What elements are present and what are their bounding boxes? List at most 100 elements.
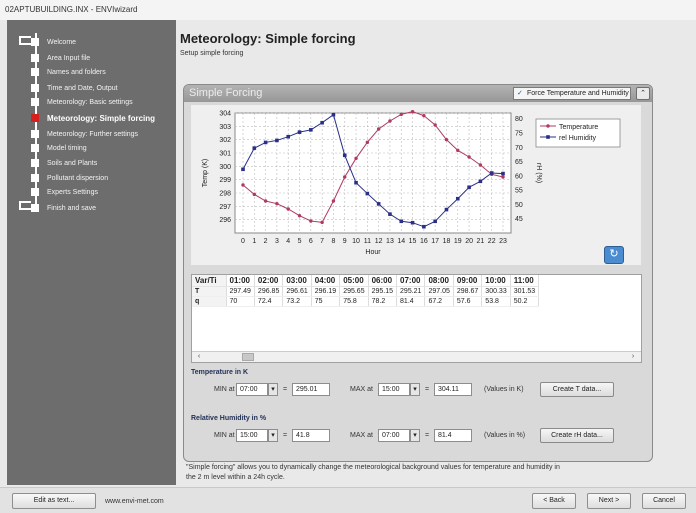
humidity-min-time-field[interactable]: 15:00 xyxy=(236,429,268,442)
column-header: 05:00 xyxy=(339,275,369,287)
sidebar-step-item[interactable]: Meteorology: Further settings xyxy=(31,128,138,140)
x-tick-label: 3 xyxy=(275,238,279,245)
scroll-right-icon[interactable]: › xyxy=(628,352,638,362)
table-cell[interactable]: 70 xyxy=(226,296,255,307)
table-cell[interactable]: 295.15 xyxy=(368,286,398,297)
temperature-max-value-field[interactable]: 304.11 xyxy=(434,383,472,396)
table-cell[interactable]: 297.05 xyxy=(424,286,454,297)
humidity-min-time-dropdown[interactable]: ▾ xyxy=(268,429,278,442)
temperature-max-time-field[interactable]: 15:00 xyxy=(378,383,410,396)
edit-as-text-button[interactable]: Edit as text... xyxy=(12,493,96,509)
forcing-data-grid: Var/Ti 01:00 02:00 03:00 04:00 05:00 06:00 07:0… xyxy=(191,274,642,363)
sidebar-step-item[interactable]: Welcome xyxy=(31,36,76,48)
create-t-data-button[interactable]: Create T data... xyxy=(540,382,614,397)
horizontal-scrollbar[interactable]: ‹ › xyxy=(192,351,641,362)
sidebar-step-item[interactable]: Names and folders xyxy=(31,66,106,78)
x-tick-label: 2 xyxy=(264,238,268,245)
equals-sign: = xyxy=(283,386,288,393)
table-cell[interactable]: 298.67 xyxy=(453,286,483,297)
humidity-max-time-dropdown[interactable]: ▾ xyxy=(410,429,420,442)
sidebar-step-item[interactable]: Area Input file xyxy=(31,52,90,64)
temperature-min-time-dropdown[interactable]: ▾ xyxy=(268,383,278,396)
table-cell[interactable]: 75.8 xyxy=(339,296,369,307)
table-cell[interactable]: T xyxy=(192,286,227,297)
scroll-thumb[interactable] xyxy=(242,353,254,361)
x-tick-label: 9 xyxy=(343,238,347,245)
column-header: Var/Ti xyxy=(192,275,227,287)
table-cell[interactable]: 81.4 xyxy=(396,296,426,307)
table-cell[interactable]: 295.21 xyxy=(396,286,426,297)
refresh-icon[interactable]: ↻ xyxy=(604,246,624,264)
humidity-min-value-field[interactable]: 41.8 xyxy=(292,429,330,442)
next-button[interactable]: Next > xyxy=(587,493,631,509)
temperature-units-note: (Values in K) xyxy=(484,386,524,393)
table-cell[interactable]: 297.49 xyxy=(226,286,255,297)
step-marker xyxy=(31,98,39,106)
table-cell[interactable]: q xyxy=(192,296,227,307)
table-cell[interactable]: 50.2 xyxy=(510,296,540,307)
column-header: 01:00 xyxy=(226,275,255,287)
y2-axis-label: rH (%) xyxy=(535,163,542,183)
table-cell[interactable]: 301.53 xyxy=(510,286,540,297)
temperature-min-time-field[interactable]: 07:00 xyxy=(236,383,268,396)
series-point xyxy=(342,153,347,158)
scroll-left-icon[interactable]: ‹ xyxy=(194,352,204,362)
table-cell[interactable]: 67.2 xyxy=(424,296,454,307)
table-cell[interactable]: 296.85 xyxy=(254,286,284,297)
step-marker xyxy=(31,204,39,212)
humidity-max-time-field[interactable]: 07:00 xyxy=(378,429,410,442)
temperature-min-label: MIN at xyxy=(214,386,235,393)
page-subtitle: Setup simple forcing xyxy=(180,50,244,57)
temperature-max-time-dropdown[interactable]: ▾ xyxy=(410,383,420,396)
table-cell[interactable]: 296.19 xyxy=(311,286,341,297)
sidebar-step-item[interactable]: Experts Settings xyxy=(31,186,98,198)
back-button[interactable]: < Back xyxy=(532,493,576,509)
x-tick-label: 12 xyxy=(375,238,383,245)
chart-svg: 2962972982993003013023033040 1 2 3 4 5 6 7 8 9 10 1… xyxy=(202,109,621,256)
table-cell[interactable]: 53.8 xyxy=(481,296,511,307)
website-link[interactable]: www.envi-met.com xyxy=(105,498,164,505)
sidebar-step-item[interactable]: Finish and save xyxy=(31,202,96,214)
sidebar-step-item[interactable]: Meteorology: Simple forcing xyxy=(31,112,155,124)
force-checkbox-label: Force Temperature and Humidity xyxy=(527,90,629,97)
x-tick-label: 20 xyxy=(465,238,473,245)
humidity-max-value-field[interactable]: 81.4 xyxy=(434,429,472,442)
step-marker xyxy=(31,130,39,138)
temperature-min-value-field[interactable]: 295.01 xyxy=(292,383,330,396)
series-point xyxy=(478,163,483,167)
sidebar-step-label: Soils and Plants xyxy=(47,159,98,167)
force-temperature-humidity-checkbox[interactable]: ✓ Force Temperature and Humidity xyxy=(513,87,631,100)
table-cell[interactable]: 72.4 xyxy=(254,296,284,307)
table-cell[interactable]: 295.65 xyxy=(339,286,369,297)
chevron-up-icon[interactable]: ⌃ xyxy=(636,87,650,100)
series-point xyxy=(478,179,483,184)
series-point xyxy=(252,192,257,197)
table-cell[interactable]: 300.33 xyxy=(481,286,511,297)
cancel-button[interactable]: Cancel xyxy=(642,493,686,509)
table-cell[interactable]: 57.6 xyxy=(453,296,483,307)
y2-tick-label: 50 xyxy=(515,202,523,209)
humidity-min-label: MIN at xyxy=(214,432,235,439)
sidebar-step-item[interactable]: Pollutant dispersion xyxy=(31,172,108,184)
equals-sign: = xyxy=(425,432,430,439)
series-point xyxy=(422,224,426,229)
x-tick-label: 22 xyxy=(488,238,496,245)
simple-forcing-panel: Simple Forcing ✓ Force Temperature and H… xyxy=(183,84,653,462)
sidebar-step-item[interactable]: Soils and Plants xyxy=(31,157,97,169)
table-cell[interactable]: 296.61 xyxy=(282,286,312,297)
table-cell[interactable]: 75 xyxy=(311,296,341,307)
sidebar-step-label: Experts Settings xyxy=(47,188,98,196)
x-tick-label: 1 xyxy=(252,238,256,245)
sidebar-step-item[interactable]: Meteorology: Basic settings xyxy=(31,96,133,108)
sidebar-step-label: Meteorology: Further settings xyxy=(47,130,139,138)
series-point xyxy=(365,191,370,196)
x-tick-label: 0 xyxy=(241,238,245,245)
table-cell[interactable]: 78.2 xyxy=(368,296,398,307)
sidebar-step-label: Model timing xyxy=(47,144,87,152)
sidebar-step-item[interactable]: Time and Date, Output xyxy=(31,82,118,94)
create-rh-data-button[interactable]: Create rH data... xyxy=(540,428,614,443)
y2-tick-label: 65 xyxy=(515,159,523,166)
checkmark-icon: ✓ xyxy=(517,90,523,97)
sidebar-step-item[interactable]: Model timing xyxy=(31,142,87,154)
table-cell[interactable]: 73.2 xyxy=(282,296,312,307)
